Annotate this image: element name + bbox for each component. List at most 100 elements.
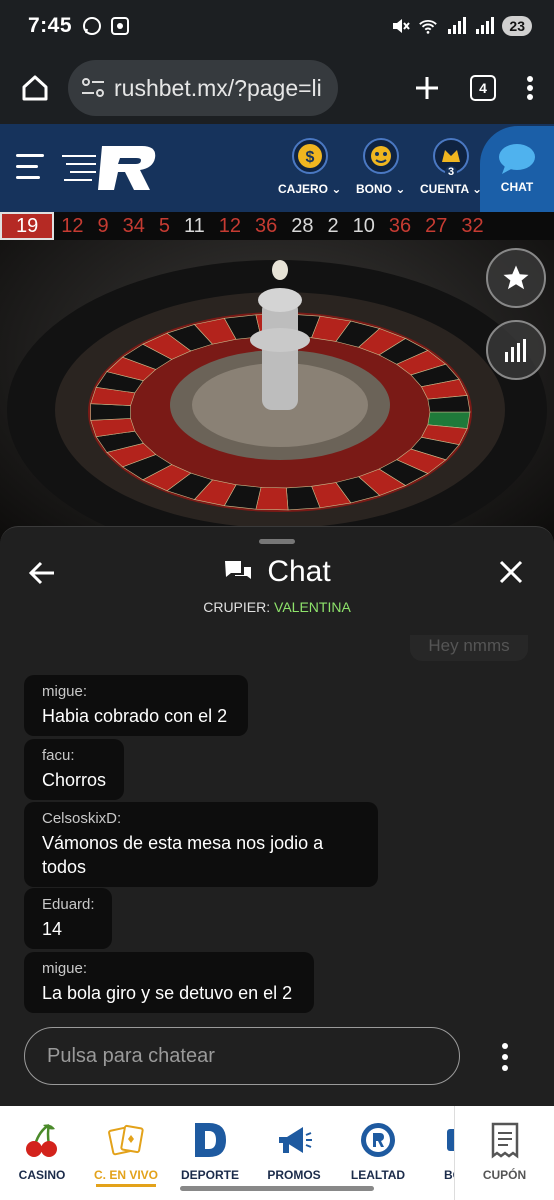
chat-title-text: Chat — [267, 555, 331, 588]
chat-message: CelsoskixD: Vámonos de esta mesa nos jod… — [24, 802, 378, 887]
nav-promos-label: PROMOS — [267, 1168, 321, 1182]
cherries-icon — [22, 1120, 62, 1160]
dollar-coin-icon: $ — [291, 138, 328, 174]
signal-icon-2 — [474, 16, 495, 36]
chat-message: migue: Habia cobrado con el 2 — [24, 675, 248, 736]
cajero-nav[interactable]: $ CAJERO ⌄ — [278, 138, 341, 196]
bar-chart-icon — [505, 339, 526, 362]
message-text: Habia cobrado con el 2 — [42, 706, 228, 726]
home-button[interactable] — [12, 65, 58, 111]
gesture-bar — [180, 1186, 374, 1191]
message-text: 14 — [42, 919, 63, 939]
active-indicator — [96, 1184, 156, 1187]
wheel-pocket — [255, 487, 289, 511]
new-tab-icon[interactable] — [414, 75, 440, 101]
message-user: migue: — [42, 683, 88, 700]
nav-deporte-label: DEPORTE — [180, 1168, 239, 1182]
mute-icon — [390, 16, 411, 36]
result-number: 28 — [291, 215, 314, 237]
message-text: Vámonos de esta mesa nos jodio a todos — [42, 833, 324, 877]
result-number: 10 — [352, 215, 375, 237]
site-header: $ CAJERO ⌄ BONO ⌄ 3 CUENTA ⌄ CHAT — [0, 124, 554, 212]
chat-tab-label: CHAT — [500, 180, 534, 194]
result-number: 32 — [461, 215, 484, 237]
account-badge-count: 3 — [444, 166, 458, 178]
results-history: 19 12 9 34 5 11 12 36 28 2 10 36 27 32 — [0, 212, 554, 240]
live-video[interactable] — [0, 240, 554, 540]
bono-nav[interactable]: BONO ⌄ — [356, 138, 405, 196]
result-number: 27 — [425, 215, 448, 237]
menu-icon[interactable] — [16, 154, 46, 182]
status-time: 7:45 — [28, 14, 73, 37]
chat-panel: Chat CRUPIER: VALENTINA Hey nmms migue: … — [0, 526, 554, 1106]
loyalty-badge-icon — [358, 1120, 398, 1160]
chat-bubbles-icon — [225, 561, 252, 579]
message-user: Eduard: — [42, 896, 95, 913]
chat-input[interactable]: Pulsa para chatear — [24, 1027, 460, 1085]
wheel-pocket — [90, 403, 131, 421]
nav-lealtad-label: LEALTAD — [350, 1168, 406, 1182]
chat-message: facu: Chorros — [24, 739, 124, 800]
chat-message: Eduard: 14 — [24, 888, 112, 949]
signal-icon — [446, 16, 467, 36]
wifi-icon — [418, 16, 438, 36]
whatsapp-icon — [82, 16, 102, 36]
message-user: facu: — [42, 747, 75, 764]
statistics-button[interactable] — [486, 320, 546, 380]
megaphone-icon — [274, 1120, 314, 1160]
deporte-d-icon — [190, 1120, 230, 1160]
result-number: 12 — [218, 215, 242, 237]
cajero-label: CAJERO ⌄ — [278, 182, 342, 196]
result-number: 11 — [184, 215, 205, 237]
drag-handle[interactable] — [259, 539, 295, 544]
chat-options-icon[interactable] — [500, 1043, 510, 1071]
result-number: 9 — [97, 215, 109, 237]
rushbet-logo[interactable] — [62, 140, 162, 196]
dealer-name: VALENTINA — [274, 599, 351, 615]
result-number: 36 — [388, 215, 412, 237]
result-number: 2 — [327, 215, 339, 237]
roulette-wheel-image — [7, 260, 547, 540]
dealer-label: CRUPIER: — [203, 599, 271, 615]
message-user: migue: — [42, 960, 88, 977]
latest-result: 19 — [0, 212, 55, 240]
more-vert-icon[interactable] — [526, 75, 534, 101]
receipt-icon — [485, 1120, 525, 1160]
nav-live-casino-label: C. EN VIVO — [93, 1168, 158, 1182]
bonus-icon — [362, 138, 399, 174]
live-cards-icon — [106, 1120, 146, 1160]
cuenta-label: CUENTA ⌄ — [420, 182, 483, 196]
close-icon[interactable] — [498, 559, 524, 585]
cupon-label: CUPÓN — [482, 1168, 527, 1182]
result-number: 34 — [122, 215, 145, 237]
result-number: 36 — [255, 215, 278, 237]
battery-level: 23 — [502, 16, 532, 36]
favorite-button[interactable] — [486, 248, 546, 308]
cuenta-nav[interactable]: 3 CUENTA ⌄ — [420, 138, 482, 196]
nav-casino-label: CASINO — [18, 1168, 66, 1182]
svg-text:$: $ — [305, 149, 314, 166]
nav-casino[interactable]: CASINO — [0, 1106, 84, 1200]
chat-title: Chat — [0, 555, 554, 589]
result-number: 12 — [61, 215, 84, 237]
screenshot-icon — [110, 16, 130, 36]
site-settings-icon — [82, 78, 104, 97]
result-number: 5 — [158, 215, 170, 237]
home-icon — [22, 75, 48, 101]
url-text: rushbet.mx/?page=li — [114, 74, 322, 101]
message-text: La bola giro y se detuvo en el 2 — [42, 983, 293, 1003]
message-user: CelsoskixD: — [42, 810, 122, 827]
chat-tab[interactable]: CHAT — [480, 126, 554, 212]
nav-live-casino[interactable]: C. EN VIVO — [84, 1106, 168, 1200]
status-bar: 7:45 23 — [0, 0, 554, 52]
dealer-info: CRUPIER: VALENTINA — [0, 599, 554, 615]
browser-toolbar: rushbet.mx/?page=li 4 — [0, 52, 554, 124]
url-bar[interactable]: rushbet.mx/?page=li — [68, 60, 338, 116]
chat-message: migue: La bola giro y se detuvo en el 2 — [24, 952, 314, 1013]
account-badge-icon: 3 — [433, 138, 470, 178]
bono-label: BONO ⌄ — [356, 182, 406, 196]
cupon-button[interactable]: CUPÓN — [454, 1106, 554, 1200]
star-icon — [503, 265, 529, 290]
scrolled-message: Hey nmms — [410, 635, 528, 661]
tab-switcher-button[interactable]: 4 — [470, 75, 496, 101]
